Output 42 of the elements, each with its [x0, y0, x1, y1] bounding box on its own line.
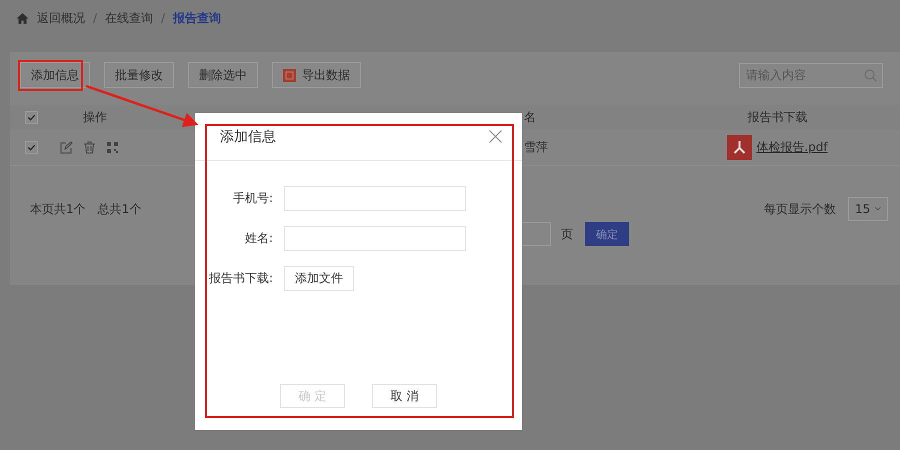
- home-icon: [16, 12, 29, 24]
- checkbox[interactable]: [25, 141, 38, 154]
- toolbar-button[interactable]: 添加信息: [20, 62, 90, 88]
- page-count: 本页共1个: [30, 200, 86, 218]
- chevron-down-icon: [875, 206, 881, 212]
- field-label: 手机号:: [232, 190, 274, 207]
- go-button[interactable]: 确定: [585, 222, 629, 246]
- breadcrumb-link[interactable]: 返回概况: [37, 10, 85, 26]
- add-file-button[interactable]: 添加文件: [284, 266, 354, 291]
- page-unit: 页: [561, 226, 573, 242]
- close-icon[interactable]: [489, 130, 502, 143]
- spreadsheet-icon: [283, 68, 296, 82]
- field-label: 报告书下载:: [208, 270, 274, 287]
- trash-icon[interactable]: [83, 141, 96, 154]
- checkbox[interactable]: [25, 111, 38, 124]
- column-header: 名: [523, 109, 537, 126]
- page-input[interactable]: [522, 222, 551, 246]
- check-icon: [27, 143, 36, 152]
- edit-icon[interactable]: [60, 141, 73, 154]
- breadcrumb-separator: /: [161, 11, 166, 25]
- table-cell-text: 雪萍: [523, 139, 549, 156]
- column-header: 报告书下载: [746, 109, 808, 126]
- total-count: 总共1个: [98, 200, 142, 218]
- file-link[interactable]: 体检报告.pdf: [756, 139, 828, 156]
- input-field[interactable]: [284, 186, 466, 211]
- dialog-title: 添加信息: [220, 128, 276, 146]
- page-size-select[interactable]: 15: [848, 197, 888, 221]
- search-icon: [864, 68, 877, 82]
- breadcrumb-separator: /: [93, 11, 98, 25]
- page-size-label: 每页显示个数: [764, 200, 836, 218]
- toolbar-button[interactable]: 删除选中: [188, 62, 258, 88]
- column-header: 操作: [82, 109, 108, 126]
- highlight-frame: [18, 60, 83, 91]
- breadcrumb-link[interactable]: 报告查询: [173, 10, 222, 26]
- field-label: 姓名:: [244, 230, 274, 247]
- input-field[interactable]: [284, 226, 466, 251]
- check-icon: [27, 113, 36, 122]
- dialog-button[interactable]: 取 消: [372, 384, 437, 408]
- export-button[interactable]: 导出数据: [272, 62, 361, 88]
- breadcrumb-link[interactable]: 在线查询: [105, 10, 154, 26]
- toolbar-button[interactable]: 批量修改: [104, 62, 174, 88]
- qr-code-icon[interactable]: [106, 141, 119, 154]
